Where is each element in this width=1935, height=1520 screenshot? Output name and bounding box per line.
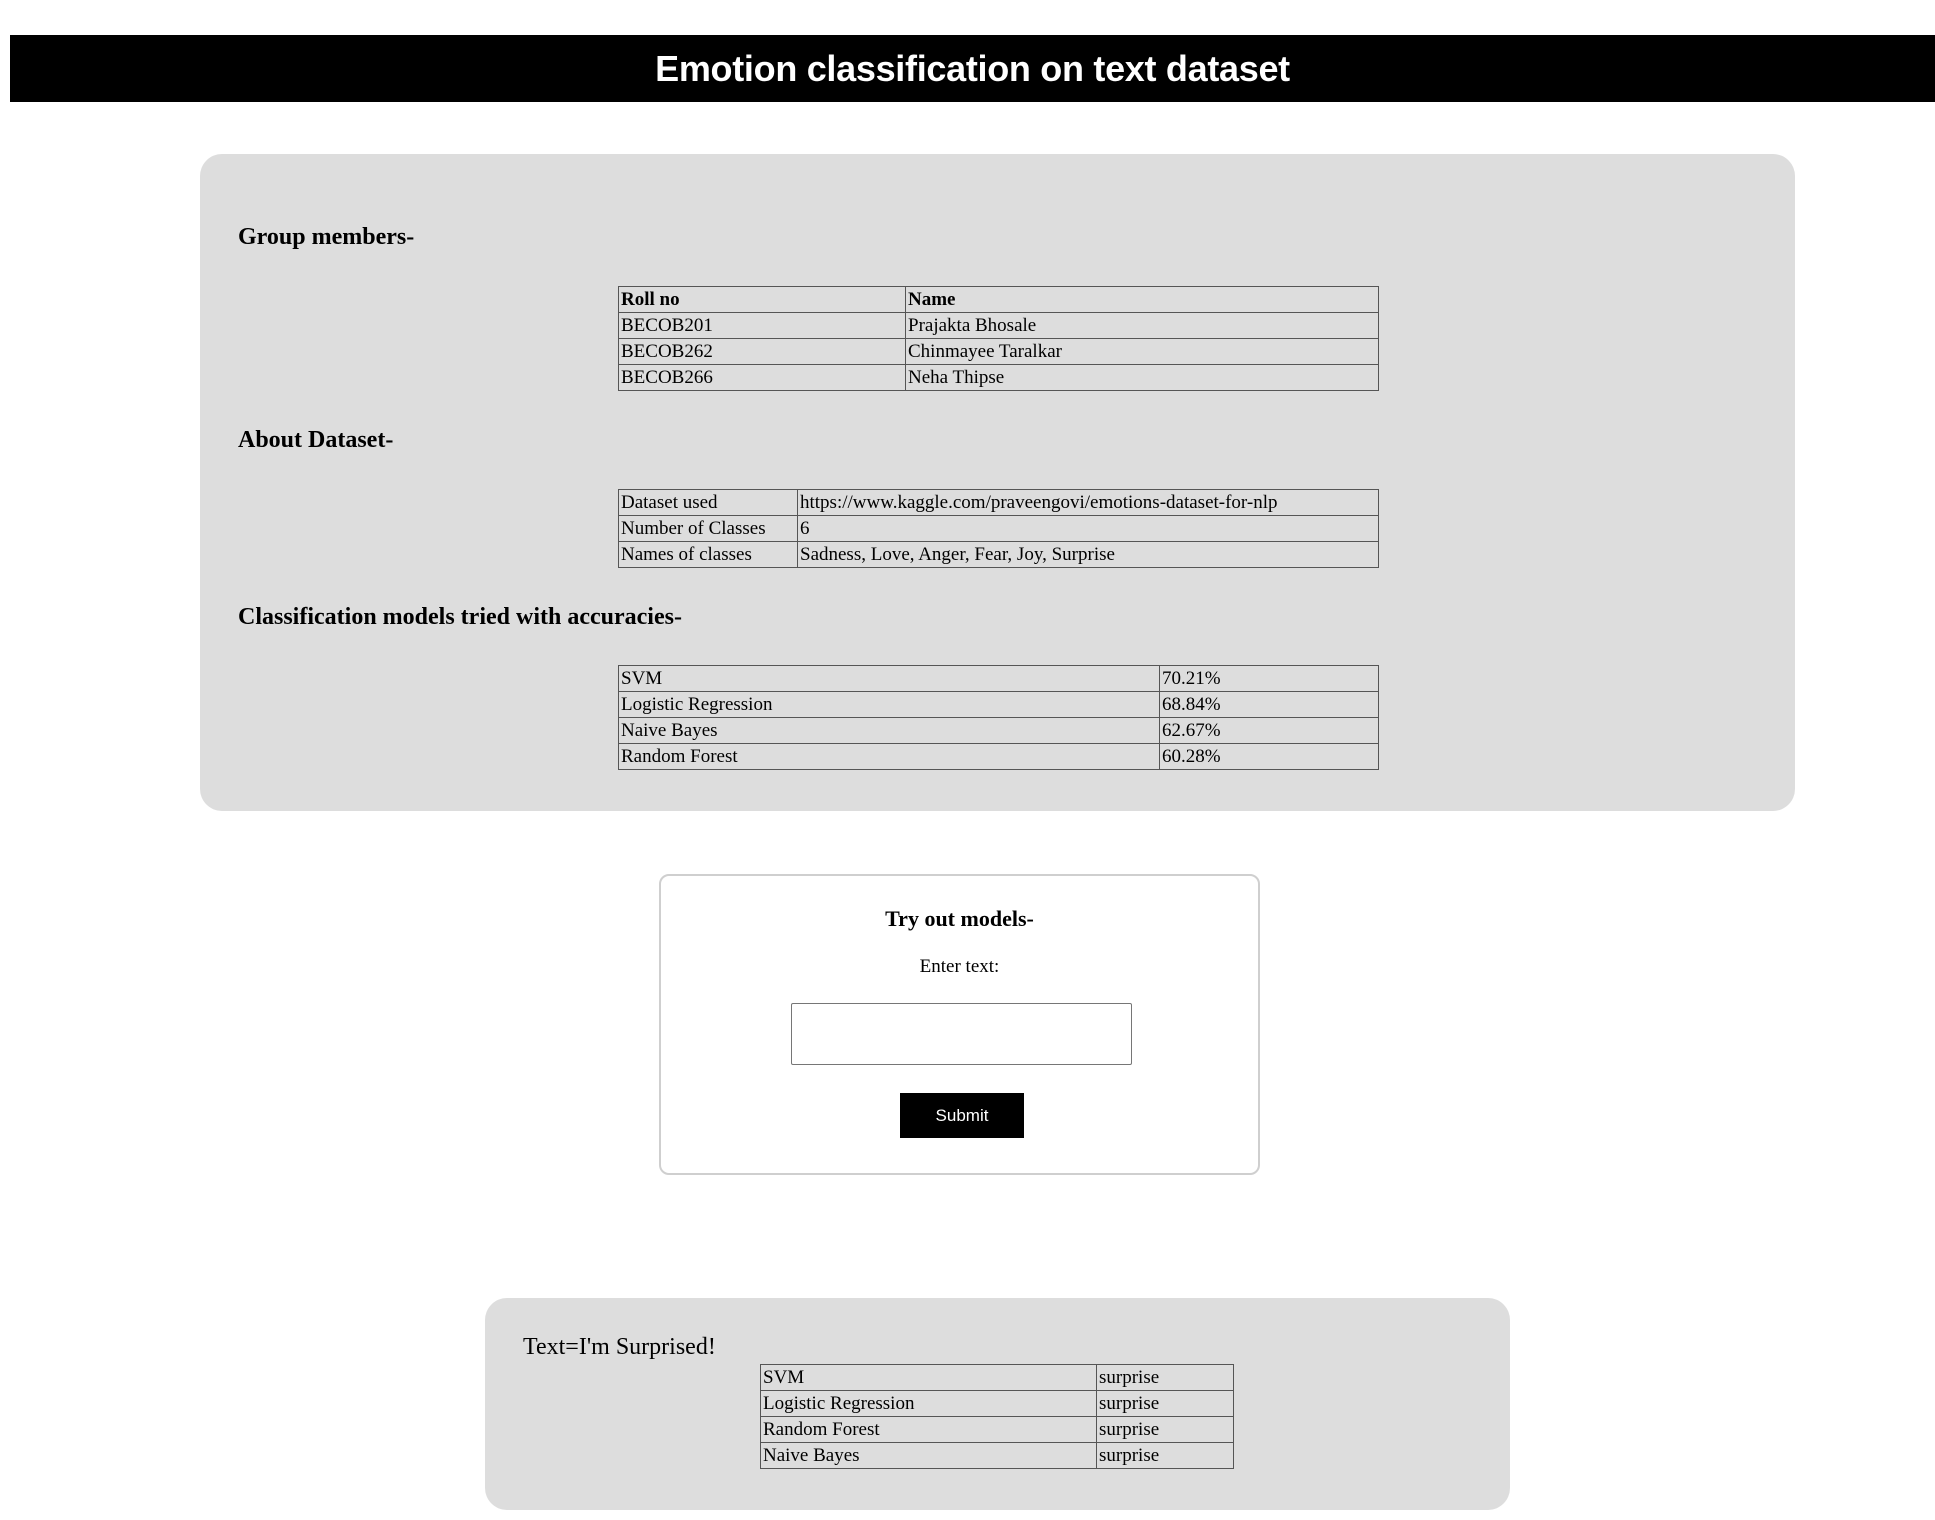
table-row: Random Forest surprise (760, 1416, 1234, 1443)
result-input-text: Text=I'm Surprised! (523, 1334, 716, 1360)
prediction-cell: surprise (1096, 1416, 1234, 1443)
table-row: Dataset used https://www.kaggle.com/prav… (618, 489, 1379, 516)
table-row: Naive Bayes 62.67% (618, 717, 1379, 744)
submit-button[interactable]: Submit (900, 1093, 1024, 1138)
try-models-form: Try out models- Enter text: Submit (659, 874, 1260, 1175)
dataset-table: Dataset used https://www.kaggle.com/prav… (618, 489, 1379, 568)
text-input[interactable] (791, 1003, 1132, 1065)
accuracy-cell: 68.84% (1159, 691, 1379, 718)
table-row: Random Forest 60.28% (618, 743, 1379, 770)
roll-no-cell: BECOB266 (618, 364, 906, 391)
name-cell: Neha Thipse (905, 364, 1379, 391)
table-row: SVM 70.21% (618, 665, 1379, 692)
table-row: Naive Bayes surprise (760, 1442, 1234, 1469)
prediction-cell: surprise (1096, 1364, 1234, 1391)
model-name-cell: Naive Bayes (618, 717, 1160, 744)
about-dataset-heading: About Dataset- (238, 427, 394, 453)
prediction-table: SVM surprise Logistic Regression surpris… (760, 1364, 1234, 1469)
enter-text-label: Enter text: (919, 956, 1000, 977)
table-row: Number of Classes 6 (618, 515, 1379, 542)
table-row: BECOB201 Prajakta Bhosale (618, 312, 1379, 339)
name-cell: Chinmayee Taralkar (905, 338, 1379, 365)
group-members-table: Roll no Name BECOB201 Prajakta Bhosale B… (618, 286, 1379, 391)
prediction-cell: surprise (1096, 1442, 1234, 1469)
dataset-label-cell: Number of Classes (618, 515, 798, 542)
model-name-cell: SVM (618, 665, 1160, 692)
dataset-value-cell: Sadness, Love, Anger, Fear, Joy, Surpris… (797, 541, 1379, 568)
accuracy-cell: 60.28% (1159, 743, 1379, 770)
column-header-name: Name (905, 286, 1379, 313)
model-name-cell: Logistic Regression (618, 691, 1160, 718)
try-models-heading: Try out models- (885, 906, 1034, 931)
model-name-cell: Naive Bayes (760, 1442, 1097, 1469)
models-accuracy-table: SVM 70.21% Logistic Regression 68.84% Na… (618, 665, 1379, 770)
table-row: Logistic Regression surprise (760, 1390, 1234, 1417)
column-header-roll-no: Roll no (618, 286, 906, 313)
model-name-cell: Logistic Regression (760, 1390, 1097, 1417)
accuracy-cell: 70.21% (1159, 665, 1379, 692)
page-title: Emotion classification on text dataset (10, 35, 1935, 102)
info-panel: Group members- Roll no Name BECOB201 Pra… (200, 154, 1795, 811)
roll-no-cell: BECOB262 (618, 338, 906, 365)
dataset-label-cell: Dataset used (618, 489, 798, 516)
accuracy-cell: 62.67% (1159, 717, 1379, 744)
result-panel: Text=I'm Surprised! SVM surprise Logisti… (485, 1298, 1510, 1510)
name-cell: Prajakta Bhosale (905, 312, 1379, 339)
table-row: BECOB266 Neha Thipse (618, 364, 1379, 391)
prediction-cell: surprise (1096, 1390, 1234, 1417)
dataset-label-cell: Names of classes (618, 541, 798, 568)
roll-no-cell: BECOB201 (618, 312, 906, 339)
model-name-cell: SVM (760, 1364, 1097, 1391)
table-header-row: Roll no Name (618, 286, 1379, 313)
table-row: Names of classes Sadness, Love, Anger, F… (618, 541, 1379, 568)
model-name-cell: Random Forest (618, 743, 1160, 770)
table-row: SVM surprise (760, 1364, 1234, 1391)
models-heading: Classification models tried with accurac… (238, 604, 682, 630)
table-row: Logistic Regression 68.84% (618, 691, 1379, 718)
model-name-cell: Random Forest (760, 1416, 1097, 1443)
dataset-value-cell: 6 (797, 515, 1379, 542)
table-row: BECOB262 Chinmayee Taralkar (618, 338, 1379, 365)
dataset-value-cell: https://www.kaggle.com/praveengovi/emoti… (797, 489, 1379, 516)
group-members-heading: Group members- (238, 224, 415, 250)
